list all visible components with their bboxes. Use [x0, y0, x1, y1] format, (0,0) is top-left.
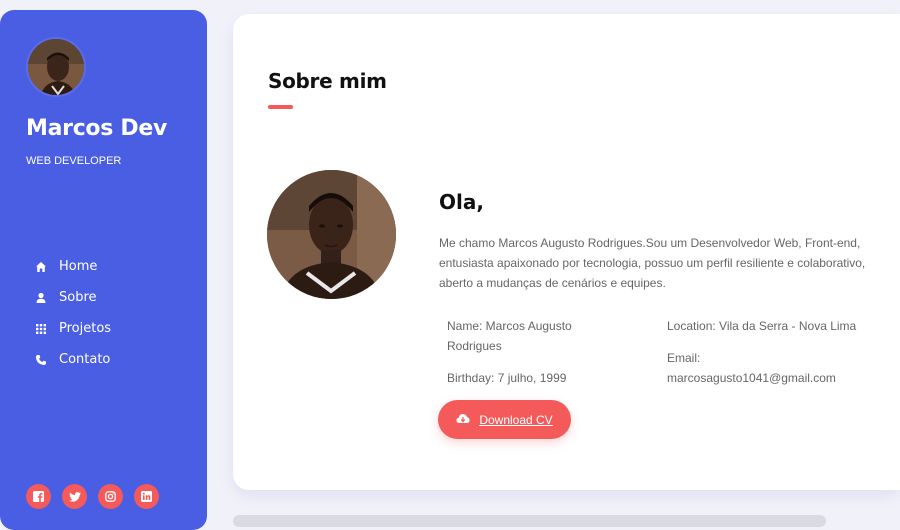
- title-underline: [268, 105, 293, 109]
- section-title: Sobre mim: [268, 69, 387, 93]
- brand-role: WEB DEVELOPER: [26, 155, 122, 167]
- nav-item-home[interactable]: Home: [34, 251, 111, 282]
- about-card: Sobre mim Ola, Me chamo Marcos Augusto R…: [233, 14, 900, 490]
- avatar: [26, 37, 86, 97]
- info-location: Location: Vila da Serra - Nova Lima: [667, 319, 857, 333]
- instagram-icon[interactable]: [98, 484, 123, 509]
- twitter-icon[interactable]: [62, 484, 87, 509]
- nav-item-label: Contato: [59, 352, 111, 367]
- social-links: [26, 484, 159, 509]
- home-icon: [34, 260, 48, 274]
- nav-item-label: Home: [59, 259, 98, 274]
- profile-photo: [267, 170, 396, 299]
- grid-icon: [34, 322, 48, 336]
- facebook-icon[interactable]: [26, 484, 51, 509]
- nav-item-label: Sobre: [59, 290, 97, 305]
- linkedin-icon[interactable]: [134, 484, 159, 509]
- phone-icon: [34, 353, 48, 367]
- download-cv-button[interactable]: Download CV: [438, 400, 571, 439]
- bio-text: Me chamo Marcos Augusto Rodrigues.Sou um…: [439, 236, 866, 290]
- nav-item-projetos[interactable]: Projetos: [34, 313, 111, 344]
- brand-name: Marcos Dev: [26, 116, 168, 141]
- download-cv-label: Download CV: [479, 412, 553, 427]
- cloud-download-icon: [456, 413, 470, 427]
- nav-item-contato[interactable]: Contato: [34, 344, 111, 375]
- sidebar: Marcos Dev WEB DEVELOPER Home Sobre Proj: [0, 10, 207, 530]
- nav-item-label: Projetos: [59, 321, 112, 336]
- info-name: Name: Marcos Augusto Rodrigues: [447, 319, 572, 353]
- nav-item-sobre[interactable]: Sobre: [34, 282, 111, 313]
- horizontal-scrollbar[interactable]: [233, 515, 826, 527]
- sidebar-nav: Home Sobre Projetos Contato: [34, 251, 111, 375]
- info-birthday: Birthday: 7 julho, 1999: [447, 371, 567, 385]
- user-icon: [34, 291, 48, 305]
- greeting: Ola,: [439, 190, 484, 214]
- info-email: Email: marcosagusto1041@gmail.com: [667, 351, 836, 385]
